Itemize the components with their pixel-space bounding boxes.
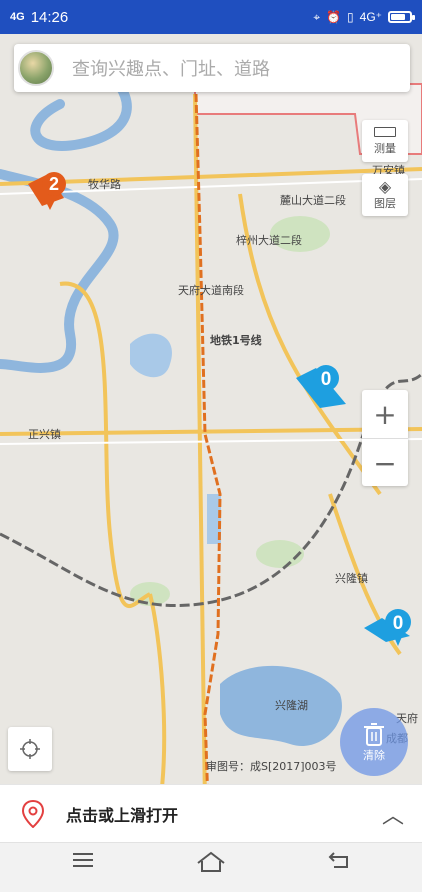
map-tools: 测量 bbox=[362, 120, 408, 162]
back-icon[interactable] bbox=[328, 851, 350, 873]
label-zizhou-avenue: 梓州大道二段 bbox=[236, 233, 302, 247]
map-canvas[interactable]: 牧华路 正兴镇 兴隆镇 兴隆湖 万安镇 麓山大道二段 梓州大道二段 天府大道南段… bbox=[0, 34, 422, 804]
measure-button[interactable]: 测量 bbox=[362, 120, 408, 162]
marker-count: 0 bbox=[393, 613, 404, 634]
label-luhu-avenue: 麓山大道二段 bbox=[280, 193, 346, 207]
marker-count: 2 bbox=[49, 174, 59, 194]
crosshair-icon bbox=[20, 739, 40, 759]
layer-tools: ◈ 图层 bbox=[362, 174, 408, 216]
zoom-in-button[interactable]: + bbox=[362, 390, 408, 439]
clear-button[interactable]: 清除 bbox=[340, 708, 408, 776]
location-pin-icon bbox=[22, 800, 44, 828]
signal-icon: 4G bbox=[10, 11, 25, 23]
zoom-control: + − bbox=[362, 390, 408, 486]
search-bar[interactable]: 查询兴趣点、门址、道路 bbox=[14, 44, 410, 92]
layers-button[interactable]: ◈ 图层 bbox=[362, 174, 408, 216]
trash-icon bbox=[364, 723, 384, 746]
search-input[interactable]: 查询兴趣点、门址、道路 bbox=[72, 55, 270, 81]
zoom-out-button[interactable]: − bbox=[362, 439, 408, 487]
label-xinglong-lake: 兴隆湖 bbox=[275, 698, 308, 712]
label-tianfu-avenue-south: 天府大道南段 bbox=[178, 283, 244, 297]
label-xinglong-town: 兴隆镇 bbox=[335, 571, 368, 585]
expand-arrow-icon[interactable]: ︿ bbox=[382, 798, 404, 830]
ruler-icon bbox=[374, 126, 396, 137]
clock: 14:26 bbox=[30, 8, 69, 26]
system-nav-bar bbox=[0, 842, 422, 892]
label-muhua-road: 牧华路 bbox=[88, 177, 121, 191]
map-copyright: 审图号：成S[2017]003号 bbox=[206, 759, 337, 773]
bottom-panel-label: 点击或上滑打开 bbox=[66, 806, 179, 825]
alarm-icon: ⏰ bbox=[326, 10, 342, 24]
label-zhengxing-town: 正兴镇 bbox=[28, 427, 61, 441]
bottom-panel[interactable]: 点击或上滑打开 ︿ bbox=[0, 784, 422, 843]
layers-icon: ◈ bbox=[378, 177, 392, 196]
network-badge: 4G⁺ bbox=[359, 10, 382, 24]
location-icon: ⌖ bbox=[313, 9, 321, 24]
layers-label: 图层 bbox=[374, 197, 396, 210]
status-bar: 4G 14:26 ⌖ ⏰ ▯ 4G⁺ bbox=[0, 0, 422, 34]
battery-icon bbox=[388, 11, 415, 23]
label-metro-line1: 地铁1号线 bbox=[210, 333, 262, 347]
measure-label: 测量 bbox=[374, 141, 396, 155]
home-icon[interactable] bbox=[196, 851, 226, 877]
menu-icon[interactable] bbox=[72, 851, 94, 873]
clear-label: 清除 bbox=[363, 749, 385, 762]
marker-count: 0 bbox=[321, 369, 332, 390]
locate-button[interactable] bbox=[8, 727, 52, 771]
avatar[interactable] bbox=[18, 50, 54, 86]
vibrate-icon: ▯ bbox=[347, 10, 354, 24]
